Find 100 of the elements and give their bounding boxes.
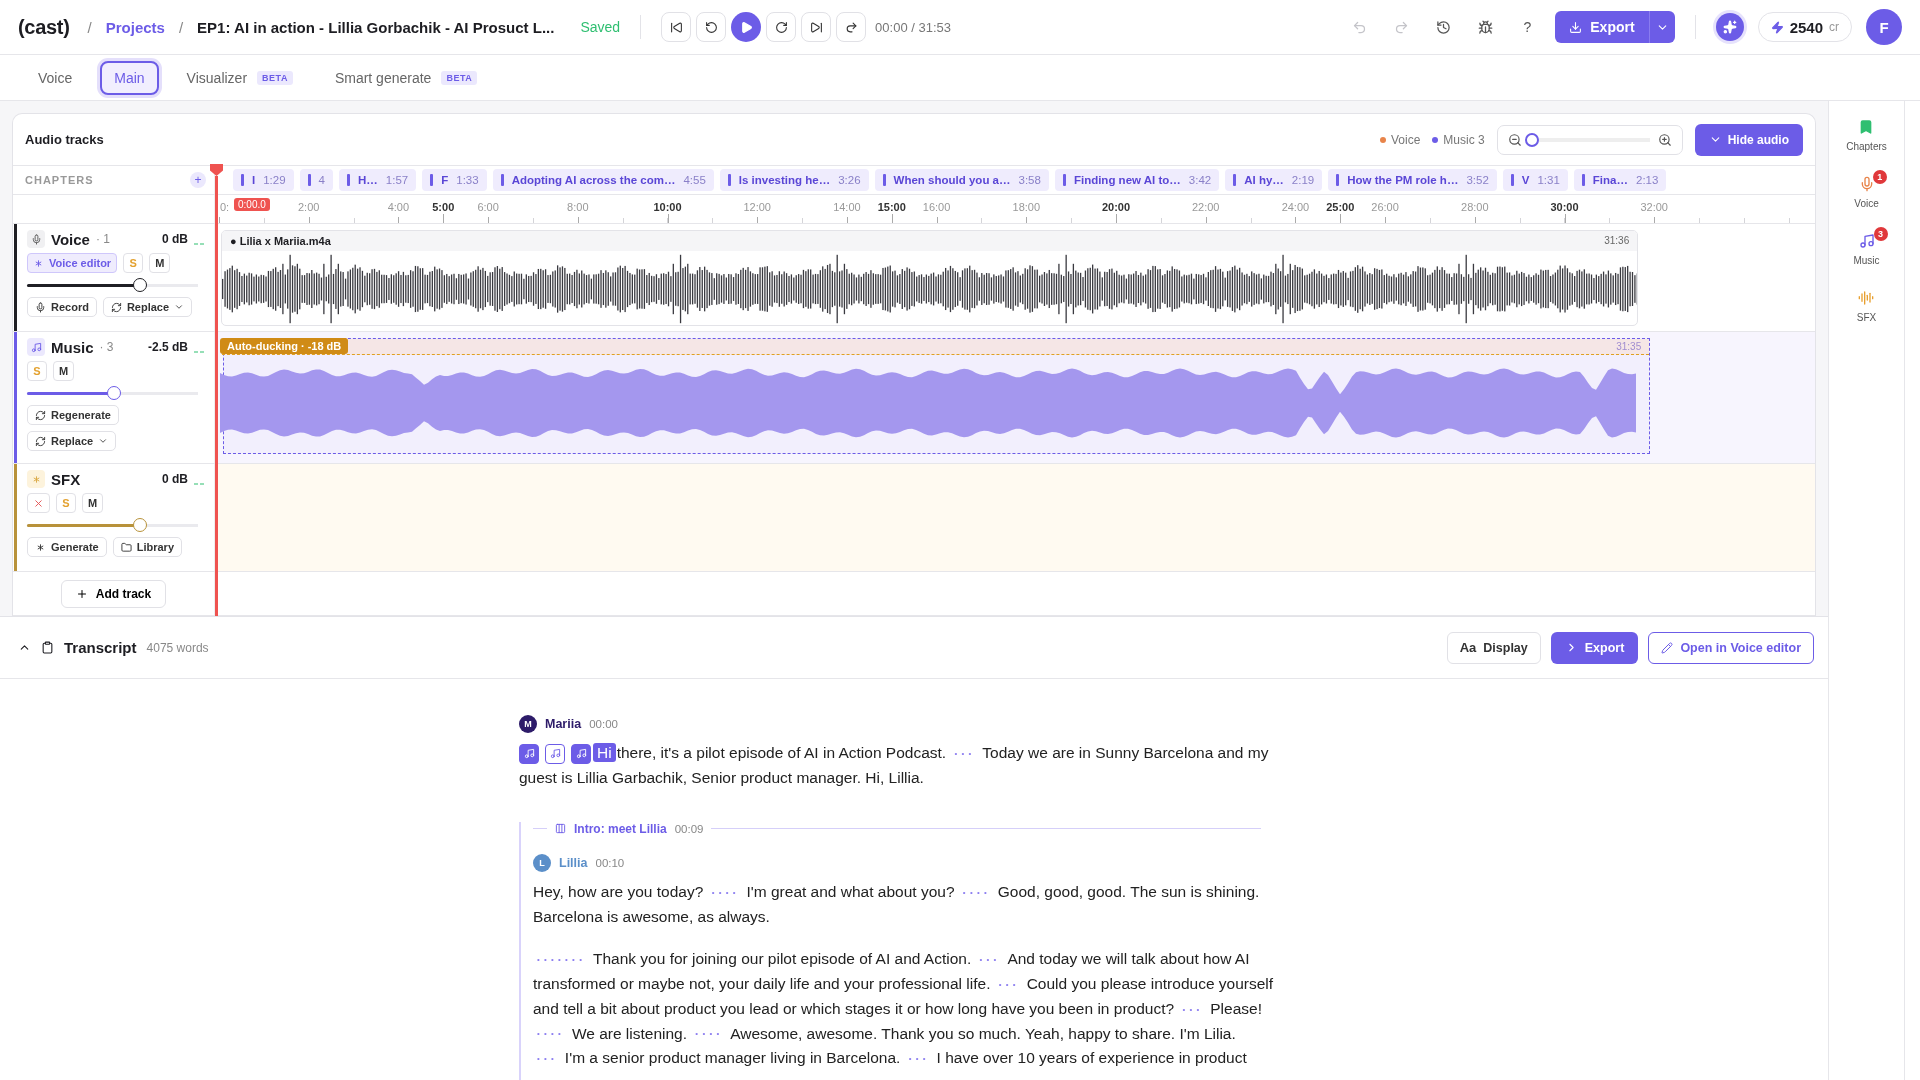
pause-marker[interactable]: • • • • • • •	[537, 954, 583, 964]
pause-marker[interactable]: • • •	[979, 954, 998, 964]
mute-button[interactable]: M	[82, 493, 104, 513]
tab[interactable]: Smart generate BETA	[320, 60, 492, 95]
music-note-icon	[549, 748, 561, 760]
audio-clip[interactable]: ● Lilia x Mariia.m4a 31:36	[221, 230, 1639, 326]
hide-audio-button[interactable]: Hide audio	[1694, 123, 1803, 156]
record-button[interactable]: Record	[27, 297, 97, 317]
replace-button[interactable]: Replace	[27, 431, 117, 451]
folder-icon	[120, 541, 132, 553]
track-name: SFX	[51, 470, 81, 488]
mute-button[interactable]: M	[53, 361, 75, 381]
slider-thumb[interactable]	[1525, 132, 1540, 147]
slider-thumb[interactable]	[107, 386, 122, 400]
add-track-button[interactable]: Add track	[60, 579, 167, 608]
playhead-handle[interactable]	[210, 164, 223, 176]
sidebar-item[interactable]: Chapters	[1838, 113, 1895, 152]
transcript-text: Thank you for joining our pilot episode of AI and Action.	[592, 949, 972, 967]
redo-button[interactable]	[836, 12, 867, 42]
help-button[interactable]: ?	[1513, 13, 1542, 41]
logo[interactable]: (cast)	[18, 15, 70, 39]
add-chapter-button[interactable]: +	[190, 172, 206, 188]
export-menu-button[interactable]	[1648, 11, 1675, 43]
pause-marker[interactable]: • • • •	[711, 887, 737, 897]
zoom-in-icon[interactable]	[1657, 132, 1672, 147]
chapter-chip[interactable]: F 1:33	[422, 169, 487, 191]
chapter-chip[interactable]: V 1:31	[1502, 169, 1568, 191]
play-button[interactable]	[731, 12, 762, 42]
chapter-chip[interactable]: When should you a… 3:58	[874, 169, 1049, 191]
chapter-chip[interactable]: 4	[299, 169, 333, 191]
breadcrumb-separator: /	[178, 18, 184, 36]
slider-thumb[interactable]	[132, 518, 147, 532]
time-label: 22:00	[1191, 201, 1220, 213]
level-meter-icon	[194, 242, 204, 246]
sidebar-item[interactable]: SFX	[1848, 284, 1885, 323]
time-label: 5:00	[432, 201, 455, 213]
chapter-chip[interactable]: AI hy… 2:19	[1225, 169, 1323, 191]
time-label: 30:00	[1550, 201, 1579, 213]
chapter-chip[interactable]: How the PM role h… 3:52	[1328, 169, 1497, 191]
breadcrumb-link[interactable]: Projects	[105, 18, 165, 36]
music-cue-button[interactable]	[571, 743, 591, 764]
regenerate-button[interactable]: Regenerate	[27, 405, 119, 425]
gain-value: -2.5 dB	[148, 340, 188, 354]
voice-editor-button[interactable]: Voice editor	[27, 253, 118, 273]
skip-back-button[interactable]	[661, 12, 692, 42]
chapter-chip[interactable]: Fina… 2:13	[1573, 169, 1667, 191]
sidebar-item[interactable]: 1 Voice	[1846, 170, 1887, 209]
transcript-text: Could you please introduce yourself	[1026, 974, 1274, 992]
tab[interactable]: Main	[100, 60, 159, 95]
mute-button[interactable]: M	[149, 253, 171, 273]
music-clip[interactable]: Auto-ducking · -18 dB 31:35	[223, 338, 1651, 454]
skip-forward-button[interactable]	[801, 12, 832, 42]
chapter-chip[interactable]: Adopting AI across the com… 4:55	[492, 169, 714, 191]
export-button[interactable]: Export	[1555, 11, 1649, 43]
caret-icon	[98, 436, 109, 446]
microphone-icon	[35, 301, 46, 313]
sidebar-item[interactable]: 3 Music	[1845, 227, 1888, 266]
pause-marker[interactable]: • • •	[1182, 1004, 1201, 1014]
level-meter-icon	[194, 350, 204, 354]
pause-marker[interactable]: • • • •	[537, 1029, 562, 1039]
clip-duration: 31:36	[1604, 235, 1630, 247]
slider-thumb[interactable]	[132, 278, 147, 292]
beta-badge: BETA	[441, 70, 478, 85]
breadcrumb-separator: /	[87, 18, 92, 36]
pause-marker[interactable]: • • •	[954, 748, 973, 758]
ai-assistant-button[interactable]	[1715, 13, 1744, 41]
zoom-out-icon[interactable]	[1507, 132, 1522, 147]
pause-marker[interactable]: • • • •	[962, 887, 988, 897]
chapter-chip[interactable]: Finding new AI to… 3:42	[1054, 169, 1220, 191]
sound-wave-icon	[1858, 290, 1875, 306]
open-voice-editor-button[interactable]: Open in Voice editor	[1648, 631, 1814, 664]
tab[interactable]: Visualizer BETA	[172, 60, 307, 95]
display-button[interactable]: Aa Display	[1446, 631, 1541, 664]
chapter-chip[interactable]: H… 1:57	[339, 169, 417, 191]
generate-button[interactable]: Generate	[27, 537, 107, 557]
time-label: 4:00	[387, 201, 410, 213]
replace-button[interactable]: Replace	[102, 297, 193, 317]
highlighted-word: Hi	[593, 743, 616, 762]
forward-button[interactable]	[766, 12, 797, 42]
pause-marker[interactable]: • • •	[537, 1054, 555, 1064]
music-cue-button[interactable]	[545, 743, 565, 764]
export-button[interactable]: Export	[1550, 631, 1639, 664]
music-cue-button[interactable]	[519, 743, 539, 764]
pause-marker[interactable]: • • •	[908, 1054, 927, 1064]
tab[interactable]: Voice	[24, 60, 87, 95]
user-avatar[interactable]: F	[1866, 9, 1902, 45]
time-label: 32:00	[1640, 201, 1668, 213]
gain-value: 0 dB	[162, 232, 188, 246]
chapter-chip[interactable]: I 1:29	[233, 169, 294, 191]
transcript-text: Today we are in Sunny Barcelona and my	[982, 744, 1269, 761]
speaker-name: Mariia	[545, 717, 582, 731]
transcript-text: I'm great and what about you?	[746, 882, 955, 900]
chapter-chip[interactable]: Is investing he… 3:26	[719, 169, 869, 191]
rewind-button[interactable]	[696, 12, 727, 42]
download-icon	[1569, 20, 1583, 34]
beta-badge: BETA	[257, 70, 293, 85]
pause-marker[interactable]: • • • •	[695, 1029, 721, 1039]
transcript-text: there, it's a pilot episode of AI in Action Podcast.	[616, 744, 947, 761]
pause-marker[interactable]: • • •	[998, 979, 1017, 989]
library-button[interactable]: Library	[112, 537, 182, 557]
